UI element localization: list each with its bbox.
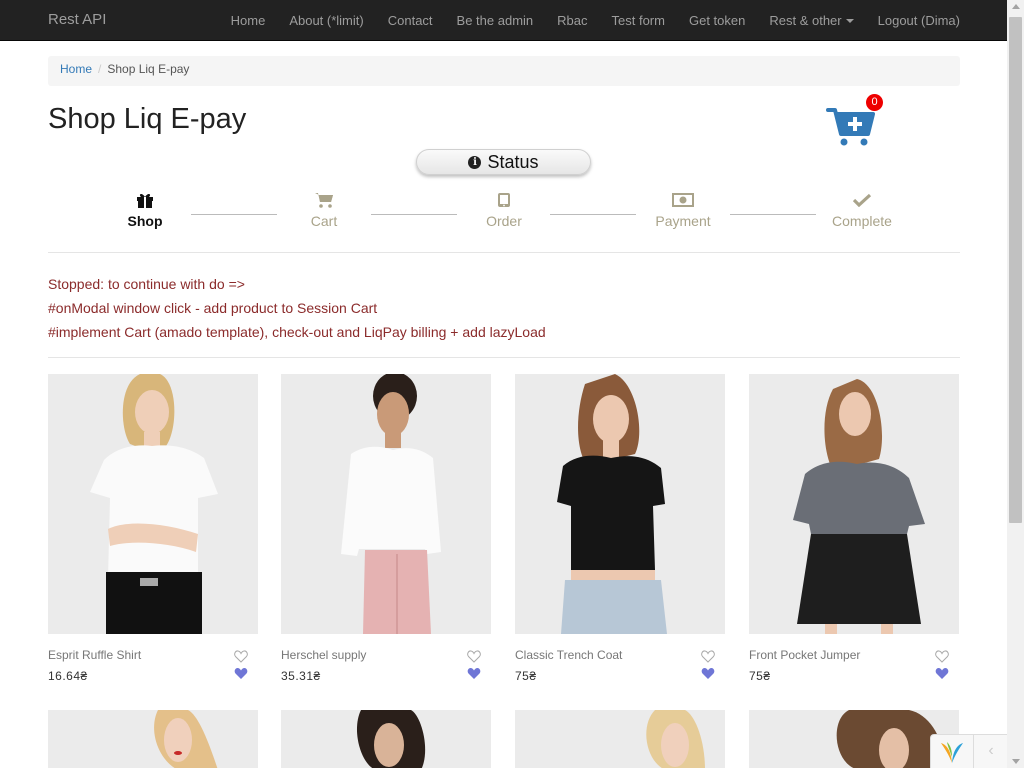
product-image[interactable] <box>48 710 258 768</box>
money-icon <box>623 190 743 210</box>
heart-outline-icon[interactable] <box>234 650 248 663</box>
tablet-icon <box>444 190 564 210</box>
heart-outline-icon[interactable] <box>467 650 481 663</box>
product-image[interactable] <box>281 374 491 634</box>
breadcrumb-current: Shop Liq E-pay <box>107 62 190 76</box>
heart-outline-icon[interactable] <box>701 650 715 663</box>
scrollbar-thumb[interactable] <box>1009 17 1022 523</box>
info-circle-icon: i <box>468 155 482 169</box>
breadcrumb: Home / Shop Liq E-pay <box>48 56 960 86</box>
product-name[interactable]: Classic Trench Coat <box>515 648 725 662</box>
breadcrumb-home-link[interactable]: Home <box>60 62 92 76</box>
product-price: 75₴ <box>749 669 771 683</box>
nav-get-token[interactable]: Get token <box>689 13 745 28</box>
heart-filled-icon[interactable] <box>467 667 481 680</box>
breadcrumb-separator: / <box>98 62 102 76</box>
brand-link[interactable]: Rest API <box>48 11 106 28</box>
step-shop[interactable]: Shop <box>85 190 205 229</box>
divider <box>48 252 960 253</box>
note-line: #onModal window click - add product to S… <box>48 300 378 316</box>
product-image[interactable] <box>749 374 959 634</box>
status-label: Status <box>487 151 539 172</box>
product-card[interactable]: Esprit Ruffle Shirt 16.64₴ <box>48 374 258 683</box>
heart-outline-icon[interactable] <box>935 650 949 663</box>
product-card[interactable]: Front Pocket Jumper 75₴ <box>749 374 959 683</box>
vertical-scrollbar[interactable] <box>1007 0 1024 768</box>
chevron-left-icon[interactable]: ‹ <box>973 735 1008 768</box>
nav-contact[interactable]: Contact <box>388 13 433 28</box>
product-price: 75₴ <box>515 669 537 683</box>
nav-about[interactable]: About (*limit) <box>289 13 363 28</box>
note-line: Stopped: to continue with do => <box>48 276 245 292</box>
product-card[interactable]: Classic Trench Coat 75₴ <box>515 374 725 683</box>
nav-home[interactable]: Home <box>231 13 266 28</box>
yii-logo-icon[interactable] <box>939 741 965 765</box>
nav-logout[interactable]: Logout (Dima) <box>878 13 960 28</box>
nav-menu: Home About (*limit) Contact Be the admin… <box>207 0 960 40</box>
product-name[interactable]: Front Pocket Jumper <box>749 648 959 662</box>
step-complete-label: Complete <box>832 213 892 229</box>
step-cart[interactable]: Cart <box>264 190 384 229</box>
nav-rbac[interactable]: Rbac <box>557 13 587 28</box>
nav-test-form[interactable]: Test form <box>612 13 665 28</box>
product-image[interactable] <box>281 710 491 768</box>
cart-count-badge: 0 <box>866 94 883 111</box>
page-title: Shop Liq E-pay <box>48 103 247 135</box>
product-price: 16.64₴ <box>48 669 88 683</box>
cart-plus-icon[interactable] <box>826 104 876 148</box>
cart-icon <box>264 190 384 210</box>
heart-filled-icon[interactable] <box>935 667 949 680</box>
product-image[interactable] <box>48 374 258 634</box>
heart-filled-icon[interactable] <box>701 667 715 680</box>
step-order-label: Order <box>486 213 522 229</box>
scroll-down-arrow-icon[interactable] <box>1012 759 1020 764</box>
navbar: Rest API Home About (*limit) Contact Be … <box>0 0 1007 41</box>
step-shop-label: Shop <box>127 213 163 229</box>
product-image[interactable] <box>515 374 725 634</box>
note-line: #implement Cart (amado template), check-… <box>48 324 546 340</box>
product-image[interactable] <box>515 710 725 768</box>
product-name[interactable]: Esprit Ruffle Shirt <box>48 648 258 662</box>
scroll-up-arrow-icon[interactable] <box>1012 4 1020 9</box>
heart-filled-icon[interactable] <box>234 667 248 680</box>
status-button[interactable]: i Status <box>416 149 591 175</box>
step-payment[interactable]: Payment <box>623 190 743 229</box>
step-order[interactable]: Order <box>444 190 564 229</box>
product-price: 35.31₴ <box>281 669 321 683</box>
product-image[interactable] <box>749 710 959 768</box>
step-cart-label: Cart <box>310 213 338 229</box>
nav-be-admin[interactable]: Be the admin <box>457 13 534 28</box>
gift-icon <box>85 190 205 210</box>
product-card[interactable]: Herschel supply 35.31₴ <box>281 374 491 683</box>
step-payment-label: Payment <box>655 213 711 229</box>
product-name[interactable]: Herschel supply <box>281 648 491 662</box>
nav-rest-other-label: Rest & other <box>769 12 842 28</box>
check-icon <box>802 190 922 210</box>
divider <box>48 357 960 358</box>
nav-rest-other-dropdown[interactable]: Rest & other <box>769 12 854 28</box>
debug-toolbar[interactable]: ‹ <box>930 734 1007 768</box>
step-complete[interactable]: Complete <box>802 190 922 229</box>
caret-down-icon <box>845 19 854 24</box>
dev-notes: Stopped: to continue with do => #onModal… <box>48 272 546 344</box>
